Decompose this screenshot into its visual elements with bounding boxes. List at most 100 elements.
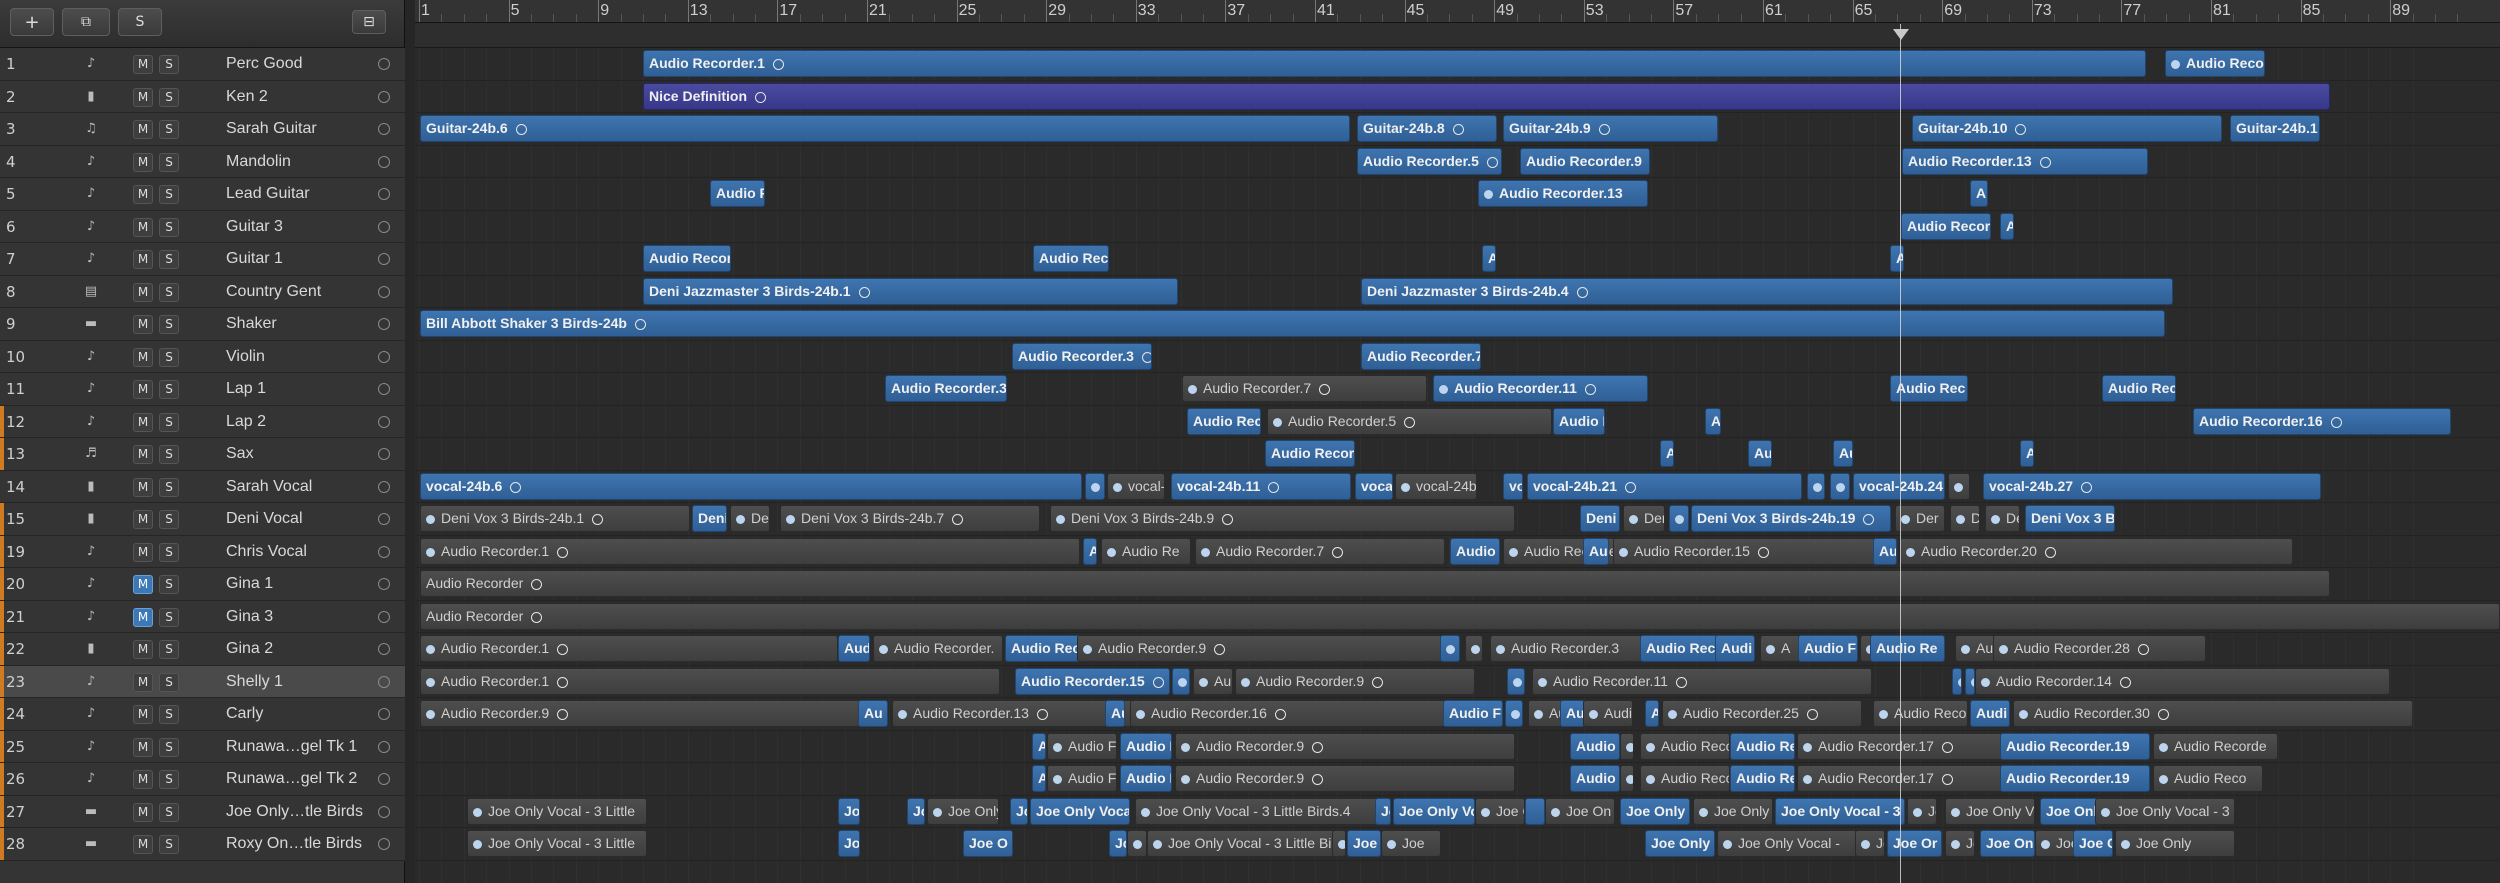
solo-button[interactable]: S xyxy=(159,575,179,594)
audio-region[interactable]: Audio Recorder.9 xyxy=(1235,667,1475,695)
audio-region[interactable]: Deni Jazzmaster 3 Birds-24b.1 xyxy=(643,277,1178,305)
audio-region[interactable]: A xyxy=(1660,440,1674,467)
audio-region[interactable]: A xyxy=(1705,407,1721,435)
audio-region[interactable]: A xyxy=(1760,635,1800,662)
audio-region[interactable]: Joe Only Vocal - 3 Little xyxy=(467,797,647,825)
track-name[interactable]: Gina 3 xyxy=(226,601,273,633)
audio-region[interactable]: Au xyxy=(1833,440,1853,467)
audio-region[interactable]: Guitar-24b.9 xyxy=(1503,115,1718,142)
track-lane[interactable]: Audio Recorder.1 Aud Audio Recorder. Audio … xyxy=(415,633,2500,666)
audio-region[interactable]: Audio xyxy=(1570,765,1620,792)
track-lane[interactable]: Audio Recorder xyxy=(415,568,2500,601)
record-enable-icon[interactable] xyxy=(378,643,390,655)
audio-region[interactable]: Nice Definition xyxy=(643,82,2330,110)
record-enable-icon[interactable] xyxy=(378,415,390,428)
audio-region[interactable]: De xyxy=(1985,505,2020,532)
solo-button[interactable]: S xyxy=(159,347,179,367)
track-header[interactable]: 25 ♪ M S Runawa…gel Tk 1 xyxy=(0,730,405,763)
audio-region[interactable]: A xyxy=(1645,700,1659,727)
audio-icon[interactable]: ♪ xyxy=(80,219,102,235)
audio-region[interactable]: Audio Recorder.13 xyxy=(1478,180,1648,207)
audio-region[interactable]: A xyxy=(1482,245,1496,272)
audio-region[interactable]: Jo xyxy=(1109,830,1127,857)
shaker-icon[interactable]: ▬ xyxy=(80,836,102,852)
solo-button[interactable]: S xyxy=(118,8,162,36)
audio-region[interactable]: Audi xyxy=(1970,700,2010,727)
track-lane[interactable]: Audio Recorder.1 A Audio Re Audio Recorder.… xyxy=(415,536,2500,568)
record-enable-icon[interactable] xyxy=(378,545,390,558)
record-enable-icon[interactable] xyxy=(378,318,390,330)
folder-button[interactable]: ⧉ xyxy=(62,8,110,36)
audio-region[interactable]: Joe Only Voc xyxy=(1945,797,2035,825)
audio-region[interactable]: Audio Rec xyxy=(1187,407,1261,435)
mute-button[interactable]: M xyxy=(133,477,153,497)
track-header[interactable]: 7 ♪ M S Guitar 1 xyxy=(0,243,405,276)
audio-region[interactable]: Audio F xyxy=(1443,700,1503,727)
audio-region[interactable]: Guitar-24b.10 xyxy=(1912,115,2222,142)
arrange-area[interactable]: Audio Recorder.1 Audio Record Nice Definit… xyxy=(415,48,2500,883)
audio-region[interactable]: Audio Rec xyxy=(2102,375,2176,402)
mute-button[interactable]: M xyxy=(133,705,153,724)
audio-region[interactable]: Audio F xyxy=(710,180,765,207)
solo-button[interactable]: S xyxy=(159,510,179,529)
track-header[interactable]: 24 ♪ M S Carly xyxy=(0,698,405,731)
audio-region[interactable]: vocal- xyxy=(1107,472,1165,500)
track-name[interactable]: Shelly 1 xyxy=(226,666,283,698)
solo-button[interactable]: S xyxy=(159,640,179,659)
audio-region[interactable]: Joe Only Vocal - xyxy=(1717,830,1857,857)
audio-region[interactable] xyxy=(1507,667,1525,695)
track-name[interactable]: Runawa…gel Tk 2 xyxy=(226,763,357,795)
solo-button[interactable]: S xyxy=(159,250,179,269)
track-name[interactable]: Mandolin xyxy=(226,146,291,178)
track-header[interactable]: 11 ♪ M S Lap 1 xyxy=(0,373,405,406)
audio-region[interactable]: Joe Only Vocal - 3 Little Bi xyxy=(1147,830,1347,857)
mute-button[interactable]: M xyxy=(133,672,153,692)
audio-region[interactable]: Audio Recor xyxy=(1901,212,1991,240)
record-enable-icon[interactable] xyxy=(378,350,390,363)
audio-region[interactable]: Audio Recorder.9 xyxy=(420,700,870,727)
audio-icon[interactable]: ♪ xyxy=(80,576,102,592)
audio-region[interactable]: voc xyxy=(1503,472,1523,500)
track-lane[interactable]: Audio Recorder.1 Audio Recorder.15 Au Audio… xyxy=(415,666,2500,698)
record-enable-icon[interactable] xyxy=(378,188,390,200)
audio-region[interactable]: Joe On xyxy=(1545,797,1615,825)
audio-region[interactable] xyxy=(1620,732,1634,760)
audio-region[interactable]: Audio Recorder.1 xyxy=(420,667,1000,695)
audio-region[interactable]: Audio Recorder.5 xyxy=(1267,407,1552,435)
audio-region[interactable]: Audio Recorder.30 xyxy=(2013,700,2413,727)
audio-icon[interactable]: ♪ xyxy=(80,186,102,202)
audio-region[interactable]: Audio Recorder.3 xyxy=(1490,635,1650,662)
audio-region[interactable]: Au xyxy=(1970,180,1988,207)
track-lane[interactable]: Joe Only Vocal - 3 LittleJoJoe OJoJJoe O… xyxy=(415,828,2500,861)
audio-region[interactable]: vocal-24b.11 xyxy=(1171,472,1351,500)
solo-button[interactable]: S xyxy=(159,802,179,822)
mute-button[interactable]: M xyxy=(133,87,153,107)
track-header[interactable]: 10 ♪ M S Violin xyxy=(0,340,405,373)
audio-region[interactable]: Audi xyxy=(1715,635,1755,662)
audio-region[interactable]: Audio Recor xyxy=(1265,440,1355,467)
audio-region[interactable]: Audio xyxy=(1570,732,1620,760)
audio-region[interactable]: Audio Recorder.7 xyxy=(1195,537,1445,565)
audio-region[interactable]: Joe Only Vocal - 3 xyxy=(1775,797,1905,825)
guitar-icon[interactable]: ♫ xyxy=(80,121,102,137)
mute-button[interactable]: M xyxy=(133,640,153,659)
audio-region[interactable]: Der xyxy=(1895,505,1945,532)
track-header[interactable]: 4 ♪ M S Mandolin xyxy=(0,145,405,178)
track-header[interactable]: 9 ▬ M S Shaker xyxy=(0,308,405,341)
mute-button[interactable]: M xyxy=(133,835,153,854)
audio-region[interactable] xyxy=(1085,472,1105,500)
track-header[interactable]: 8 ▤ M S Country Gent xyxy=(0,275,405,308)
audio-region[interactable]: Audio Rec xyxy=(1890,375,1968,402)
solo-button[interactable]: S xyxy=(159,315,179,334)
audio-region[interactable]: Audio Reco xyxy=(2153,765,2263,792)
track-name[interactable]: Lap 1 xyxy=(226,373,266,405)
solo-button[interactable]: S xyxy=(159,770,179,789)
audio-region[interactable]: Joe xyxy=(2035,830,2075,857)
audio-region[interactable]: Audio Re xyxy=(1730,765,1795,792)
audio-region[interactable]: Audio Recorde xyxy=(2153,732,2278,760)
track-lane[interactable]: Audio Recor A xyxy=(415,211,2500,243)
track-name[interactable]: Ken 2 xyxy=(226,81,268,113)
mute-button[interactable]: M xyxy=(133,445,153,464)
audio-region[interactable]: Audio Recorder xyxy=(420,570,2330,597)
track-name[interactable]: Carly xyxy=(226,698,263,730)
